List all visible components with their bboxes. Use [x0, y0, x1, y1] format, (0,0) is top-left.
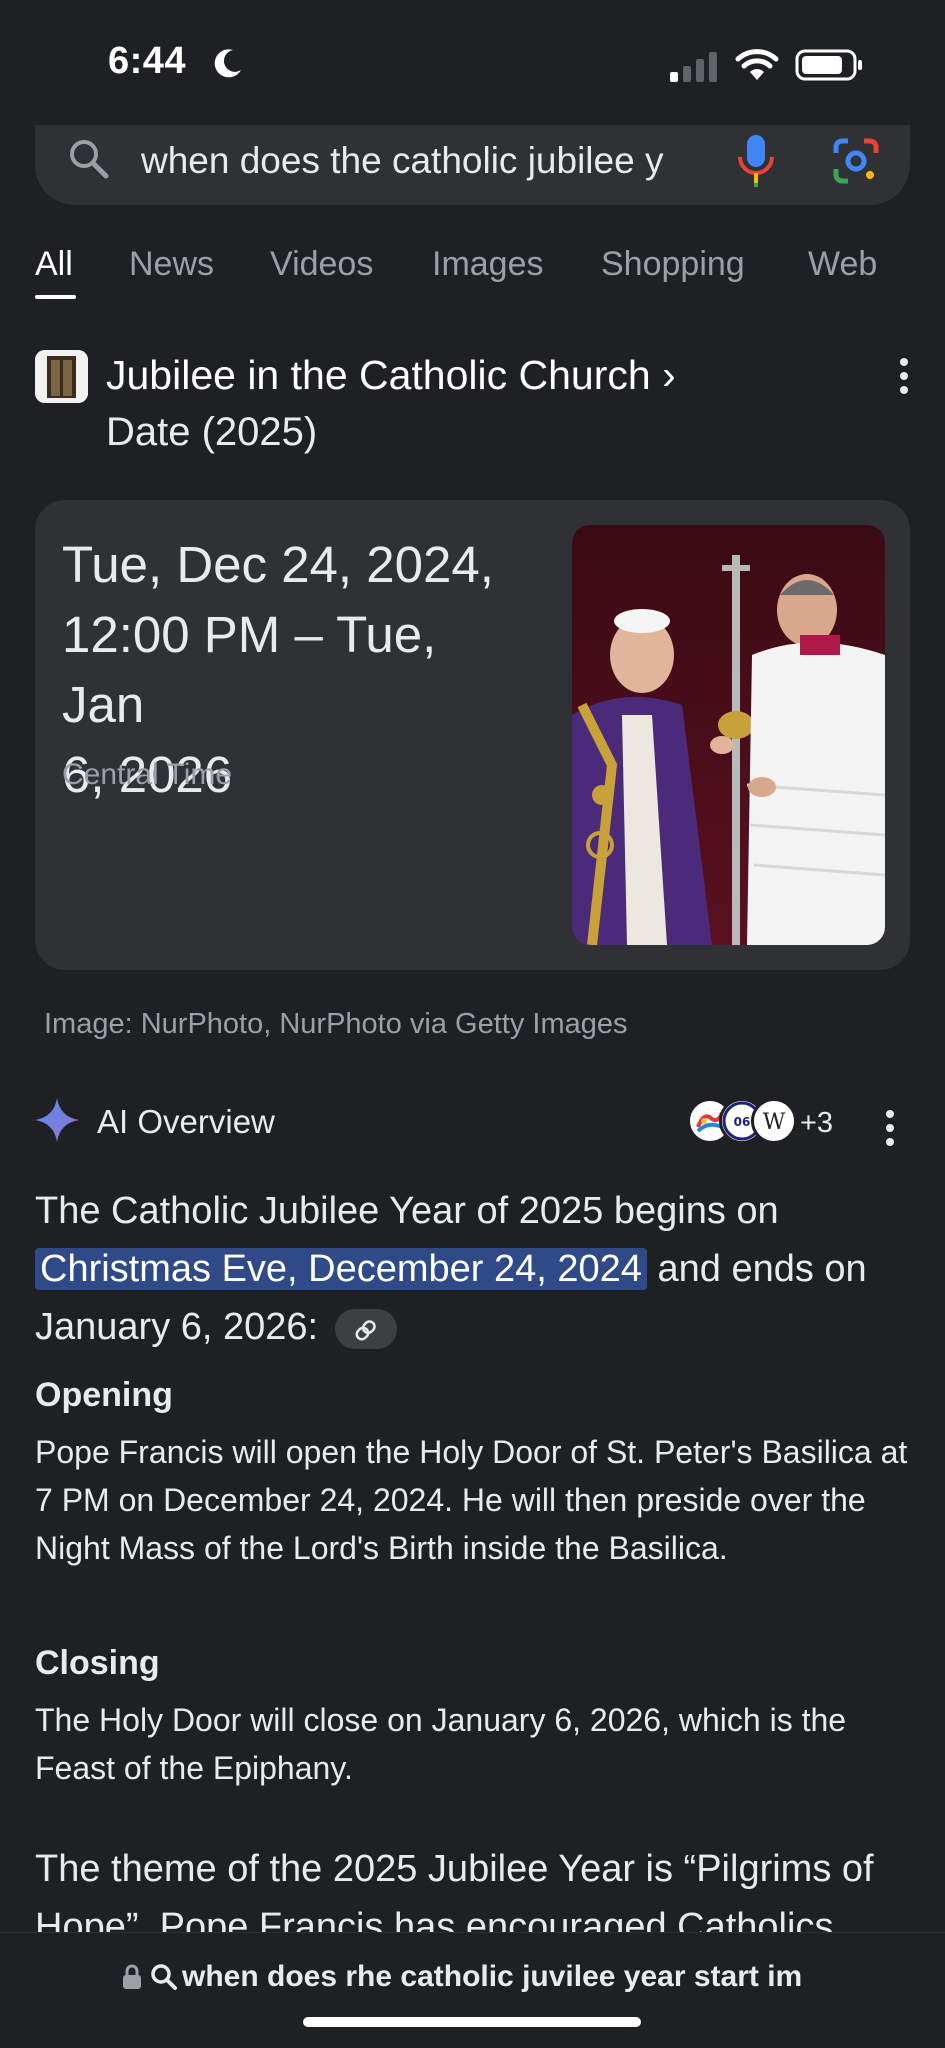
- tab-news[interactable]: News: [129, 245, 214, 284]
- highlighted-answer: Christmas Eve, December 24, 2024: [35, 1248, 647, 1290]
- battery-icon: [795, 49, 862, 81]
- home-indicator[interactable]: [303, 2017, 641, 2027]
- date-line: 12:00 PM – Tue, Jan: [62, 606, 437, 733]
- svg-text:06: 06: [734, 1115, 751, 1129]
- url-text[interactable]: when does rhe catholic juvilee year star…: [182, 1960, 802, 1994]
- timezone-label: Central Time: [62, 758, 233, 791]
- search-bar[interactable]: when does the catholic jubilee y: [35, 125, 910, 205]
- moon-icon: [214, 49, 241, 78]
- section-heading-closing: Closing: [35, 1644, 160, 1682]
- more-options-icon[interactable]: [900, 358, 910, 400]
- link-icon: [355, 1320, 376, 1341]
- active-tab-indicator: [35, 295, 76, 299]
- tab-videos[interactable]: Videos: [270, 245, 373, 284]
- tab-shopping[interactable]: Shopping: [601, 245, 745, 284]
- tab-all[interactable]: All: [35, 245, 73, 284]
- google-lens-icon[interactable]: [832, 137, 880, 185]
- ai-more-options-icon[interactable]: [886, 1110, 896, 1152]
- search-input[interactable]: when does the catholic jubilee y: [141, 140, 731, 182]
- date-card[interactable]: Tue, Dec 24, 2024, 12:00 PM – Tue, Jan 6…: [35, 500, 910, 970]
- pope-photo[interactable]: [572, 525, 885, 945]
- section-body-closing: The Holy Door will close on January 6, 2…: [35, 1702, 847, 1786]
- citation-link-button[interactable]: [334, 1308, 397, 1349]
- ai-overview-summary: The Catholic Jubilee Year of 2025 begins…: [35, 1182, 915, 1356]
- microphone-icon[interactable]: [735, 133, 777, 189]
- status-time: 6:44: [108, 40, 187, 82]
- section-heading-opening: Opening: [35, 1376, 173, 1414]
- entity-thumbnail[interactable]: [35, 350, 88, 403]
- svg-text:W: W: [763, 1110, 786, 1135]
- tab-images[interactable]: Images: [432, 245, 544, 284]
- browser-url-bar[interactable]: when does rhe catholic juvilee year star…: [0, 1932, 945, 2048]
- wifi-icon: [735, 49, 779, 80]
- status-bar: 6:44: [0, 0, 945, 125]
- lock-icon: [123, 1964, 141, 1989]
- search-icon: [151, 1964, 177, 1990]
- tab-web[interactable]: Web: [808, 245, 877, 284]
- sparkle-icon: [35, 1098, 79, 1142]
- date-line: Tue, Dec 24, 2024,: [62, 536, 494, 593]
- entity-subtitle: Date (2025): [106, 410, 318, 454]
- cellular-signal-icon: [670, 52, 717, 82]
- wikipedia-icon: W: [751, 1098, 797, 1144]
- search-icon: [70, 140, 109, 179]
- search-tabs: All News Videos Images Shopping Web: [35, 245, 945, 305]
- source-icons[interactable]: 06 W: [687, 1098, 797, 1148]
- source-count[interactable]: +3: [800, 1107, 833, 1140]
- image-credit: Image: NurPhoto, NurPhoto via Getty Imag…: [44, 1008, 628, 1040]
- section-body-opening: Pope Francis will open the Holy Door of …: [35, 1434, 908, 1566]
- ai-overview-title: AI Overview: [97, 1103, 275, 1140]
- entity-title[interactable]: Jubilee in the Catholic Church ›: [106, 352, 676, 399]
- summary-text: The Catholic Jubilee Year of 2025 begins…: [35, 1190, 779, 1232]
